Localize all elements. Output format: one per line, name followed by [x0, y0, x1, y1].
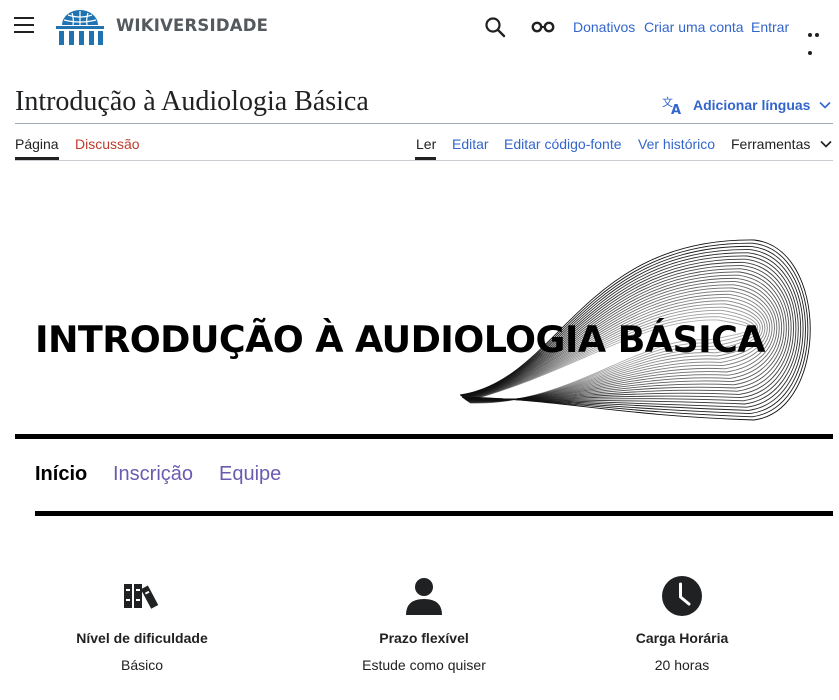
main-menu-button[interactable] — [14, 17, 36, 37]
tab-page[interactable]: Página — [15, 136, 59, 152]
site-wordmark[interactable]: WIKIVERSIDADE — [116, 16, 268, 35]
info-title: Nível de dificuldade — [76, 630, 208, 646]
course-nav-start[interactable]: Início — [35, 463, 87, 486]
tab-read[interactable]: Ler — [416, 136, 436, 152]
course-nav-divider — [35, 511, 833, 516]
donate-link[interactable]: Donativos — [573, 19, 635, 35]
clock-icon — [662, 576, 702, 616]
course-nav-team[interactable]: Equipe — [219, 463, 281, 486]
create-account-link[interactable]: Criar uma conta — [644, 19, 744, 35]
chevron-down-icon[interactable] — [820, 140, 832, 148]
tab-edit[interactable]: Editar — [452, 136, 489, 152]
info-value: Básico — [120, 657, 164, 673]
svg-text:A: A — [671, 103, 681, 115]
title-divider — [15, 123, 833, 124]
info-title: Carga Horária — [635, 630, 729, 646]
translate-icon: 文 A — [662, 95, 681, 115]
tab-edit-source[interactable]: Editar código-fonte — [504, 136, 622, 152]
books-icon — [124, 584, 159, 609]
chevron-down-icon — [819, 101, 832, 109]
tools-menu[interactable]: Ferramentas — [731, 136, 810, 152]
site-header: WIKIVERSIDADE Donativos Criar uma conta … — [0, 0, 839, 55]
more-options-icon[interactable] — [808, 24, 828, 55]
info-value: 20 horas — [654, 657, 710, 673]
info-value: Estude como quiser — [362, 657, 486, 673]
hamburger-icon — [14, 17, 34, 19]
add-languages-label: Adicionar línguas — [693, 97, 811, 113]
search-icon[interactable] — [484, 16, 506, 38]
hamburger-bar — [14, 24, 34, 26]
tab-history[interactable]: Ver histórico — [638, 136, 715, 152]
course-banner-title: INTRODUÇÃO À AUDIOLOGIA BÁSICA — [35, 318, 766, 361]
tab-discussion[interactable]: Discussão — [75, 136, 140, 152]
wikiversity-logo-icon[interactable] — [54, 8, 106, 48]
page-title: Introdução à Audiologia Básica — [15, 86, 369, 117]
reading-preferences-icon[interactable] — [531, 19, 555, 35]
tabs-divider — [15, 160, 833, 161]
banner-divider — [15, 434, 833, 439]
hamburger-bar — [14, 31, 34, 33]
info-title: Prazo flexível — [379, 630, 469, 646]
person-icon — [406, 578, 442, 615]
add-languages-button[interactable]: 文 A Adicionar línguas — [662, 94, 832, 116]
login-link[interactable]: Entrar — [751, 19, 789, 35]
course-nav-enroll[interactable]: Inscrição — [113, 463, 193, 486]
